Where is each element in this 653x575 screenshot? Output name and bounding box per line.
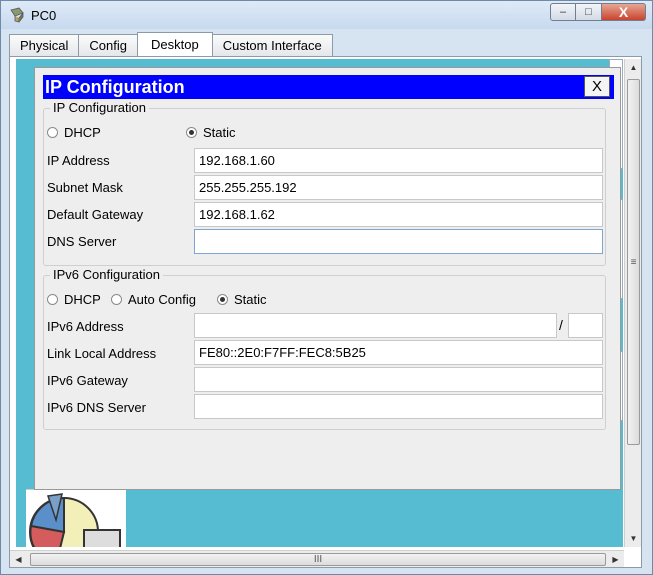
scroll-up-icon[interactable]: ▲ [625, 59, 642, 76]
horizontal-scrollbar[interactable]: ◀ III ▶ [10, 550, 624, 567]
dialog-close-button[interactable]: X [584, 76, 610, 97]
dialog-title-bar: IP Configuration X [43, 75, 614, 99]
link-local-address-label: Link Local Address [47, 346, 157, 361]
vertical-scrollbar[interactable]: ▲ ≡ ▼ [624, 59, 641, 547]
ipv6-dns-server-label: IPv6 DNS Server [47, 400, 146, 415]
ipv6-gateway-label: IPv6 Gateway [47, 373, 128, 388]
ipv4-dhcp-option[interactable]: DHCP [47, 125, 101, 140]
ipv6-gateway-input[interactable] [194, 367, 603, 392]
window-controls: – □ X [550, 3, 646, 21]
ip-address-input[interactable]: 192.168.1.60 [194, 148, 603, 173]
radio-label: Static [234, 292, 267, 307]
dns-server-label: DNS Server [47, 234, 117, 249]
desktop-app-icon[interactable] [26, 489, 126, 547]
default-gateway-input[interactable]: 192.168.1.62 [194, 202, 603, 227]
radio-label: Auto Config [128, 292, 196, 307]
maximize-icon: □ [585, 6, 592, 18]
scroll-down-icon[interactable]: ▼ [625, 530, 642, 547]
close-icon: X [618, 4, 629, 20]
minimize-button[interactable]: – [550, 3, 576, 21]
pie-chart-icon [29, 493, 121, 547]
scroll-left-icon[interactable]: ◀ [10, 551, 27, 568]
horizontal-scroll-thumb[interactable]: III [30, 553, 606, 566]
ipv6-dhcp-option[interactable]: DHCP [47, 292, 101, 307]
prefix-separator: / [559, 317, 563, 333]
radio-label: Static [203, 125, 236, 140]
pc0-window: PC0 – □ X Physical Config Desktop Custom… [0, 0, 653, 575]
subnet-mask-label: Subnet Mask [47, 180, 123, 195]
minimize-icon: – [559, 6, 567, 18]
radio-static[interactable] [186, 127, 197, 138]
ipv6-static-option[interactable]: Static [217, 292, 267, 307]
link-local-address-value: FE80::2E0:F7FF:FEC8:5B25 [194, 340, 603, 365]
title-bar[interactable]: PC0 – □ X [1, 1, 652, 29]
radio-auto-config[interactable] [111, 294, 122, 305]
default-gateway-label: Default Gateway [47, 207, 144, 222]
group-title: IP Configuration [50, 100, 149, 115]
radio-static[interactable] [217, 294, 228, 305]
scroll-right-icon[interactable]: ▶ [607, 551, 624, 568]
ip-configuration-dialog: IP Configuration X IP Configuration DHCP… [34, 67, 621, 490]
ipv4-static-option[interactable]: Static [186, 125, 236, 140]
tab-bar: Physical Config Desktop Custom Interface [9, 32, 333, 56]
group-title: IPv6 Configuration [50, 267, 163, 282]
maximize-button[interactable]: □ [576, 3, 602, 21]
tab-content: r or l IP Configuration X [9, 56, 642, 568]
grip-icon: III [313, 554, 323, 565]
pc-icon [10, 7, 24, 23]
tab-physical[interactable]: Physical [9, 34, 80, 56]
tab-custom-interface[interactable]: Custom Interface [211, 34, 333, 56]
close-window-button[interactable]: X [602, 3, 646, 21]
desktop-area: r or l IP Configuration X [16, 59, 623, 547]
dns-server-input[interactable] [194, 229, 603, 254]
ipv6-address-label: IPv6 Address [47, 319, 124, 334]
radio-dhcp[interactable] [47, 127, 58, 138]
ipv4-group: IP Configuration DHCP Static IP Address … [43, 100, 606, 266]
dialog-title: IP Configuration [45, 77, 185, 97]
subnet-mask-input[interactable]: 255.255.255.192 [194, 175, 603, 200]
window-title: PC0 [31, 8, 57, 23]
radio-dhcp[interactable] [47, 294, 58, 305]
ipv6-dns-server-input[interactable] [194, 394, 603, 419]
ipv6-prefix-input[interactable] [568, 313, 603, 338]
tab-config[interactable]: Config [78, 34, 138, 56]
radio-label: DHCP [64, 125, 101, 140]
ipv6-address-input[interactable] [194, 313, 557, 338]
grip-icon: ≡ [630, 256, 637, 268]
ipv6-auto-config-option[interactable]: Auto Config [111, 292, 196, 307]
vertical-scroll-thumb[interactable]: ≡ [627, 79, 640, 445]
ipv6-group: IPv6 Configuration DHCP Auto Config Stat… [43, 267, 606, 430]
tab-desktop[interactable]: Desktop [137, 32, 213, 56]
ip-address-label: IP Address [47, 153, 110, 168]
radio-label: DHCP [64, 292, 101, 307]
